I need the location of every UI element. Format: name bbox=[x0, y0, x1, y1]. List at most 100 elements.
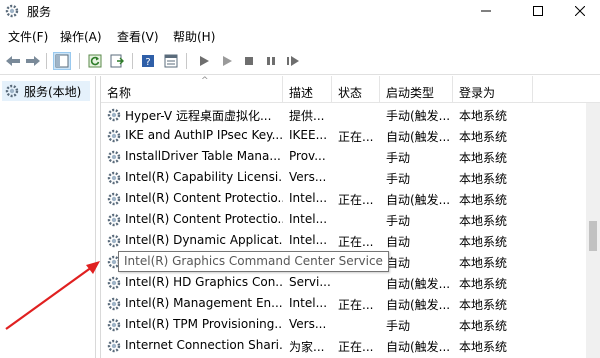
service-description: IKEE... bbox=[289, 128, 328, 142]
service-description: Vers... bbox=[289, 170, 327, 184]
column-name[interactable]: 名称 bbox=[101, 76, 283, 103]
service-description: Intel... bbox=[289, 191, 328, 205]
help-icon[interactable]: ? bbox=[139, 52, 157, 70]
service-row[interactable]: Intel(R) HD Graphics Con... Servi... 自动(触发… bbox=[101, 272, 591, 293]
column-logon-as[interactable]: 登录为 bbox=[453, 76, 533, 103]
service-status: 正在... bbox=[338, 298, 374, 312]
service-logon-as: 本地系统 bbox=[459, 319, 508, 333]
menu-view[interactable]: 查看(V) bbox=[117, 28, 159, 45]
service-name: Intel(R) Management En... bbox=[125, 296, 283, 310]
service-row[interactable]: Intel(R) Dynamic Applicat... Intel... 正在..… bbox=[101, 230, 591, 251]
menu-bar: 文件(F) 操作(A) 查看(V) 帮助(H) bbox=[0, 24, 600, 46]
menu-action[interactable]: 操作(A) bbox=[60, 28, 102, 45]
service-startup-type: 手动 bbox=[386, 151, 411, 165]
service-description: 提供... bbox=[289, 109, 325, 123]
properties-icon[interactable] bbox=[162, 52, 180, 70]
gear-icon bbox=[106, 128, 122, 144]
maximize-button[interactable] bbox=[515, 0, 561, 22]
service-logon-as: 本地系统 bbox=[459, 151, 508, 165]
service-row[interactable]: InstallDriver Table Mana... Prov... 手动 本地系统 bbox=[101, 146, 591, 167]
gear-icon bbox=[106, 338, 122, 354]
window-title: 服务 bbox=[27, 5, 52, 19]
service-logon-as: 本地系统 bbox=[459, 256, 508, 270]
service-startup-type: 手动 bbox=[386, 214, 411, 228]
service-name: Intel(R) Content Protectio... bbox=[125, 212, 283, 226]
svg-text:?: ? bbox=[145, 57, 150, 68]
service-row[interactable]: Intel(R) Capability Licensi... Vers... 手动 本… bbox=[101, 167, 591, 188]
tree-item-label: 服务(本地) bbox=[24, 84, 82, 99]
service-description: Vers... bbox=[289, 317, 327, 331]
column-startup-type[interactable]: 启动类型 bbox=[380, 76, 453, 103]
menu-file[interactable]: 文件(F) bbox=[8, 28, 48, 45]
gear-icon bbox=[106, 233, 122, 249]
gear-icon bbox=[106, 212, 122, 228]
service-startup-type: 自动 bbox=[386, 256, 411, 270]
gear-icon bbox=[106, 149, 122, 165]
column-status[interactable]: 状态 bbox=[332, 76, 380, 103]
gear-icon bbox=[106, 191, 122, 207]
column-header: ^ 名称 描述 状态 启动类型 登录为 bbox=[101, 76, 600, 103]
service-description: Intel... bbox=[289, 233, 328, 247]
service-name: Intel(R) Dynamic Applicat... bbox=[125, 233, 283, 247]
restart-service-icon[interactable] bbox=[284, 52, 302, 70]
service-name: Intel(R) Content Protectio... bbox=[125, 191, 283, 205]
service-row[interactable]: Intel(R) TPM Provisioning... Vers... 手动 本地系… bbox=[101, 314, 591, 335]
service-logon-as: 本地系统 bbox=[459, 298, 508, 312]
service-row[interactable]: Intel(R) Content Protectio... Intel... 手动 本… bbox=[101, 209, 591, 230]
tree-item-services-local[interactable]: 服务(本地) bbox=[2, 81, 90, 101]
gear-icon bbox=[4, 83, 20, 99]
service-startup-type: 手动(触发... bbox=[386, 109, 451, 123]
service-description: Prov... bbox=[289, 149, 326, 163]
service-startup-type: 自动 bbox=[386, 235, 411, 249]
stop-service-icon[interactable] bbox=[240, 52, 258, 70]
service-logon-as: 本地系统 bbox=[459, 109, 508, 123]
services-list: ^ 名称 描述 状态 启动类型 登录为 Hyper-V 远程桌面虚拟化... 提供… bbox=[100, 76, 600, 358]
service-description: Intel... bbox=[289, 212, 328, 226]
service-row[interactable]: Internet Connection Shari... 为家... 正在... 自动… bbox=[101, 335, 591, 356]
service-row[interactable]: Intel(R) Management En... Intel... 正在... 自动… bbox=[101, 293, 591, 314]
service-name: Intel(R) TPM Provisioning... bbox=[125, 317, 283, 331]
service-name: Hyper-V 远程桌面虚拟化... bbox=[125, 109, 272, 123]
gear-icon bbox=[4, 3, 20, 19]
service-name: InstallDriver Table Mana... bbox=[125, 149, 281, 163]
refresh-icon[interactable] bbox=[86, 52, 104, 70]
service-startup-type: 自动(触发... bbox=[386, 277, 451, 291]
vertical-scrollbar[interactable] bbox=[586, 103, 600, 358]
service-startup-type: 自动(触发... bbox=[386, 298, 451, 312]
gear-icon bbox=[106, 170, 122, 186]
service-startup-type: 手动 bbox=[386, 172, 411, 186]
export-list-icon[interactable] bbox=[108, 52, 126, 70]
service-row[interactable]: IKE and AuthIP IPsec Key... IKEE... 正在... 自… bbox=[101, 125, 591, 146]
forward-arrow-icon[interactable] bbox=[24, 52, 42, 70]
console-tree-icon[interactable] bbox=[53, 52, 71, 70]
pause-service-icon[interactable] bbox=[262, 52, 280, 70]
service-name: Intel(R) Capability Licensi... bbox=[125, 170, 283, 184]
back-arrow-icon[interactable] bbox=[4, 52, 22, 70]
service-logon-as: 本地系统 bbox=[459, 130, 508, 144]
service-logon-as: 本地系统 bbox=[459, 340, 508, 354]
service-row[interactable]: Intel(R) Content Protectio... Intel... 正在.… bbox=[101, 188, 591, 209]
service-logon-as: 本地系统 bbox=[459, 172, 508, 186]
start-service-alt-icon[interactable] bbox=[218, 52, 236, 70]
service-status: 正在... bbox=[338, 130, 374, 144]
title-bar: 服务 bbox=[0, 0, 600, 22]
service-startup-type: 手动 bbox=[386, 319, 411, 333]
service-status: 正在... bbox=[338, 193, 374, 207]
minimize-button[interactable] bbox=[463, 0, 509, 22]
service-row[interactable]: Hyper-V 远程桌面虚拟化... 提供... 手动(触发... 本地系统 bbox=[101, 104, 591, 125]
service-startup-type: 自动(触发... bbox=[386, 193, 451, 207]
service-name-tooltip: Intel(R) Graphics Command Center Service bbox=[118, 251, 389, 272]
service-status: 正在... bbox=[338, 235, 374, 249]
start-service-icon[interactable] bbox=[195, 52, 213, 70]
column-description[interactable]: 描述 bbox=[283, 76, 332, 103]
service-logon-as: 本地系统 bbox=[459, 277, 508, 291]
close-button[interactable] bbox=[560, 0, 600, 22]
service-logon-as: 本地系统 bbox=[459, 214, 508, 228]
service-logon-as: 本地系统 bbox=[459, 193, 508, 207]
service-name: Intel(R) HD Graphics Con... bbox=[125, 275, 283, 289]
scrollbar-thumb[interactable] bbox=[589, 221, 597, 251]
menu-help[interactable]: 帮助(H) bbox=[173, 28, 215, 45]
service-description: Servi... bbox=[289, 275, 331, 289]
service-startup-type: 自动(触发... bbox=[386, 340, 451, 354]
gear-icon bbox=[106, 107, 122, 123]
